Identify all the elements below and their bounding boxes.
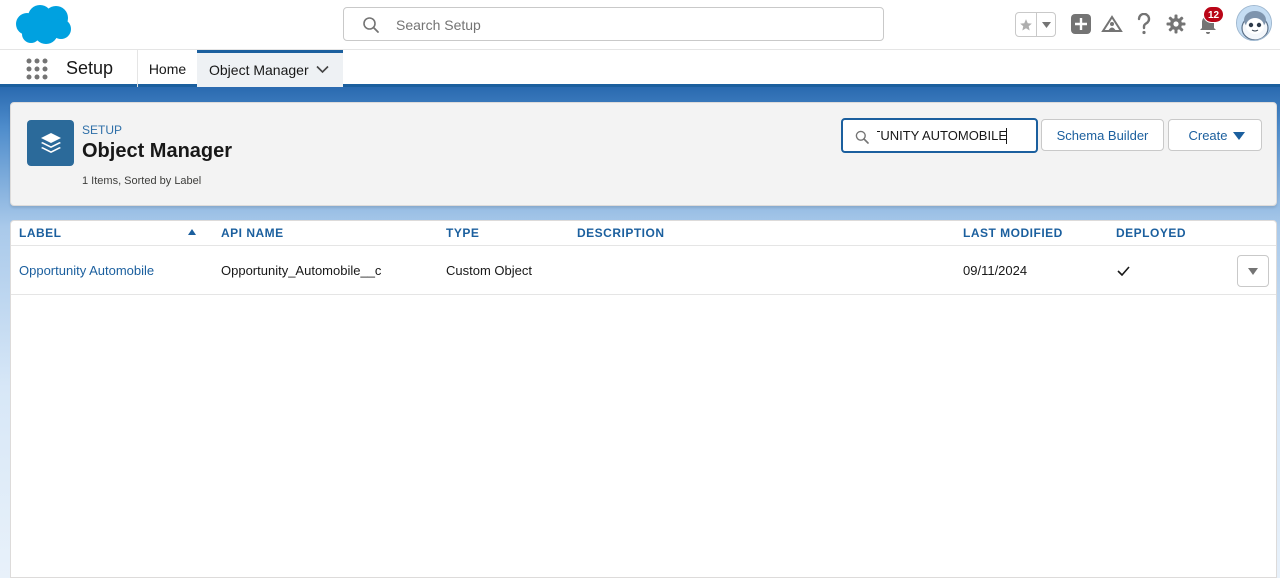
search-icon xyxy=(363,17,379,33)
avatar[interactable] xyxy=(1236,5,1272,41)
quick-find-input[interactable]: RTUNITY AUTOMOBILE xyxy=(841,118,1038,153)
page-header: SETUP Object Manager 1 Items, Sorted by … xyxy=(10,102,1277,206)
sort-ascending-icon[interactable] xyxy=(188,229,196,235)
search-setup-box[interactable] xyxy=(343,7,884,41)
text-cursor xyxy=(1006,128,1007,144)
column-header-deployed[interactable]: DEPLOYED xyxy=(1116,226,1186,240)
create-button-label: Create xyxy=(1188,127,1228,143)
help-button[interactable] xyxy=(1132,12,1156,36)
object-manager-header-icon xyxy=(27,120,74,166)
object-last-modified: 09/11/2024 xyxy=(963,263,1028,278)
quick-find-value: RTUNITY AUTOMOBILE xyxy=(877,128,1007,143)
objects-table: LABEL API NAME TYPE DESCRIPTION LAST MOD… xyxy=(10,220,1277,578)
tab-object-manager[interactable]: Object Manager xyxy=(197,50,343,87)
tab-home-label: Home xyxy=(148,60,187,77)
layers-icon xyxy=(40,133,61,153)
column-header-api-name[interactable]: API NAME xyxy=(221,226,284,240)
context-bar: Setup Home Object Manager xyxy=(0,50,1280,87)
avatar-icon xyxy=(1237,6,1271,40)
column-header-type[interactable]: TYPE xyxy=(446,226,479,240)
schema-builder-button[interactable]: Schema Builder xyxy=(1041,119,1164,151)
create-button[interactable]: Create xyxy=(1168,119,1262,151)
trailhead-button[interactable] xyxy=(1100,12,1124,36)
search-input[interactable] xyxy=(396,14,866,36)
table-header: LABEL API NAME TYPE DESCRIPTION LAST MOD… xyxy=(11,221,1276,246)
gear-icon xyxy=(1166,14,1186,34)
column-header-last-modified[interactable]: LAST MODIFIED xyxy=(963,226,1063,240)
object-api-name: Opportunity_Automobile__c xyxy=(221,263,382,278)
list-meta: 1 Items, Sorted by Label xyxy=(82,175,202,187)
favorites-dropdown[interactable] xyxy=(1037,13,1055,36)
favorites-button[interactable] xyxy=(1016,13,1038,36)
object-type: Custom Object xyxy=(446,263,532,278)
star-icon xyxy=(1020,18,1033,30)
setup-gear-button[interactable] xyxy=(1164,12,1188,36)
salesforce-logo[interactable] xyxy=(13,4,73,46)
breadcrumb[interactable]: SETUP xyxy=(82,123,122,137)
tab-home[interactable]: Home xyxy=(138,50,197,87)
page-title: Object Manager xyxy=(82,140,233,162)
favorites-group xyxy=(1015,12,1056,37)
search-icon xyxy=(855,130,869,144)
plus-icon xyxy=(1071,14,1091,34)
object-label-link[interactable]: Opportunity Automobile xyxy=(19,263,154,278)
chevron-down-icon[interactable] xyxy=(316,65,329,74)
caret-down-icon xyxy=(1041,21,1051,28)
table-row: Opportunity Automobile Opportunity_Autom… xyxy=(11,246,1276,295)
trailhead-icon xyxy=(1101,15,1123,32)
tab-object-manager-label: Object Manager xyxy=(209,62,309,78)
app-launcher-icon[interactable] xyxy=(26,58,48,80)
global-header: 12 xyxy=(0,0,1280,50)
row-actions-button[interactable] xyxy=(1237,255,1269,287)
help-icon xyxy=(1137,13,1151,35)
notification-count-badge: 12 xyxy=(1203,6,1225,23)
column-header-description[interactable]: DESCRIPTION xyxy=(577,226,665,240)
caret-down-icon xyxy=(1233,132,1245,140)
app-name: Setup xyxy=(66,58,114,78)
global-actions-button[interactable] xyxy=(1069,12,1093,36)
caret-down-icon xyxy=(1248,267,1258,275)
column-header-label[interactable]: LABEL xyxy=(19,226,62,240)
check-icon xyxy=(1117,266,1130,276)
